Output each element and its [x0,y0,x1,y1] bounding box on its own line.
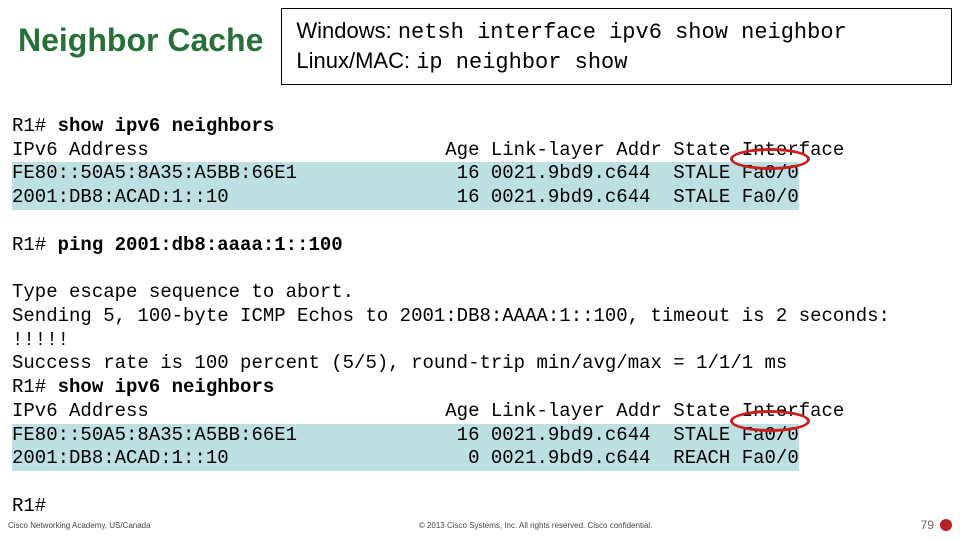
linux-mac-command: ip neighbor show [416,50,627,75]
neighbor-row: FE80::50A5:8A35:A5BB:66E1 16 0021.9bd9.c… [12,424,799,448]
footer-left: Cisco Networking Academy, US/Canada [8,521,151,530]
command: show ipv6 neighbors [58,376,275,398]
windows-command-line: Windows: netsh interface ipv6 show neigh… [296,17,939,47]
prompt: R1# [12,495,46,517]
page-title: Neighbor Cache [8,8,269,69]
windows-label: Windows: [296,18,397,43]
prompt: R1# [12,115,58,137]
neighbor-row: FE80::50A5:8A35:A5BB:66E1 16 0021.9bd9.c… [12,162,799,186]
terminal-output: R1# show ipv6 neighbors IPv6 Address Age… [8,91,952,519]
os-commands-box: Windows: netsh interface ipv6 show neigh… [281,8,952,85]
neighbor-row: 2001:DB8:ACAD:1::10 0 0021.9bd9.c644 REA… [12,447,799,471]
ping-output: Success rate is 100 percent (5/5), round… [12,352,787,374]
neighbor-row: 2001:DB8:ACAD:1::10 16 0021.9bd9.c644 ST… [12,186,799,210]
prompt: R1# [12,234,58,256]
ping-output: !!!!! [12,329,69,351]
blank-line [12,210,23,232]
cisco-dot-icon [940,519,952,531]
ping-output: Sending 5, 100-byte ICMP Echos to 2001:D… [12,305,890,327]
ping-output: Type escape sequence to abort. [12,281,354,303]
linux-mac-command-line: Linux/MAC: ip neighbor show [296,47,939,77]
neighbor-table-header: IPv6 Address Age Link-layer Addr State I… [12,139,844,161]
prompt: R1# [12,376,58,398]
windows-command: netsh interface ipv6 show neighbor [398,20,847,45]
blank-line [12,257,23,279]
footer-right: 79 [921,518,952,532]
page-number: 79 [921,518,934,532]
neighbor-table-header: IPv6 Address Age Link-layer Addr State I… [12,400,844,422]
slide-footer: Cisco Networking Academy, US/Canada © 20… [8,518,952,532]
command: show ipv6 neighbors [58,115,275,137]
linux-mac-label: Linux/MAC: [296,48,416,73]
blank-line [12,471,23,493]
command: ping 2001:db8:aaaa:1::100 [58,234,343,256]
slide-header: Neighbor Cache Windows: netsh interface … [8,8,952,85]
footer-center: © 2013 Cisco Systems, Inc. All rights re… [151,521,921,530]
